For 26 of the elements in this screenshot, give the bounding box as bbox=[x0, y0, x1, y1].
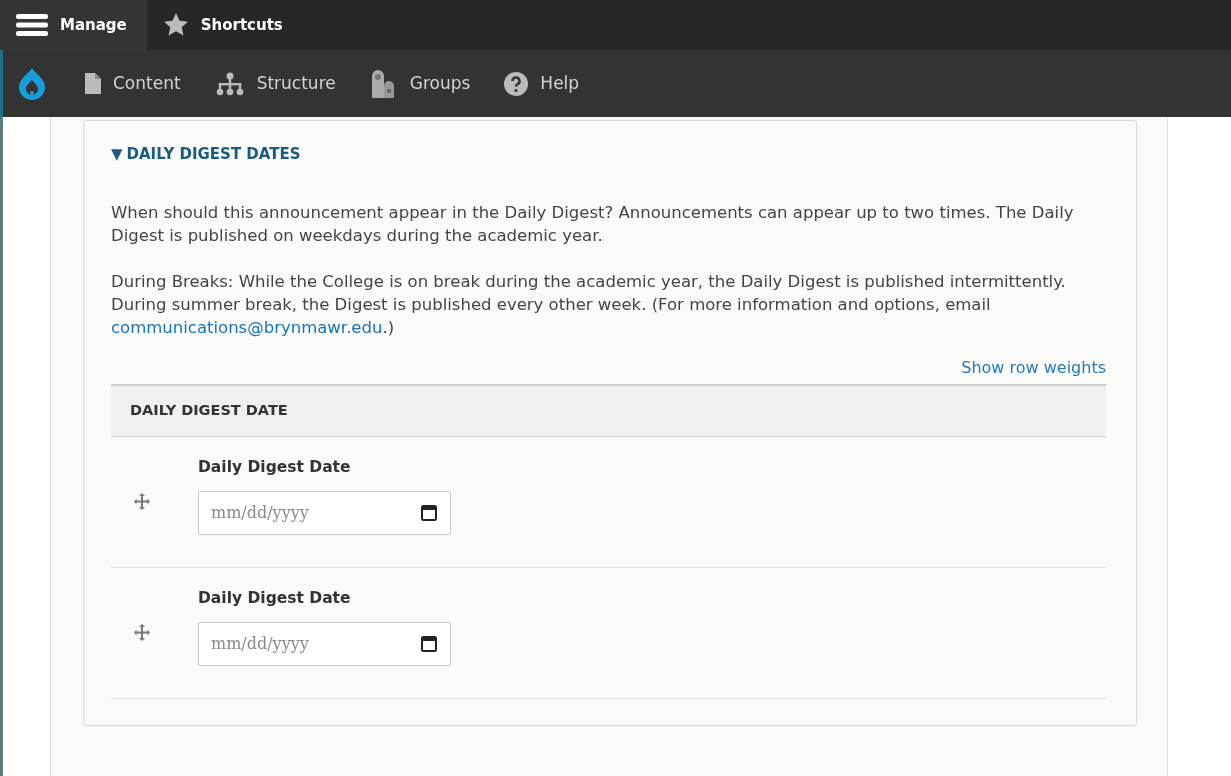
calendar-icon[interactable] bbox=[421, 634, 437, 652]
menu-icon bbox=[16, 14, 48, 36]
drop-logo-icon bbox=[19, 67, 45, 100]
table-header: DAILY DIGEST DATE bbox=[111, 383, 1106, 437]
help-icon bbox=[504, 71, 529, 96]
email-link[interactable]: communications@brynmawr.edu bbox=[111, 317, 383, 337]
description-text: When should this announcement appear in the Daily Digest? Announcements can appear up to two times. The Daily Digest is published on weekdays during the academic year. bbox=[111, 201, 1075, 247]
date-field[interactable]: mm/dd/yyyy bbox=[198, 490, 451, 535]
admin-menu-link[interactable]: Structure bbox=[214, 70, 336, 97]
toolbar-tab[interactable]: Manage bbox=[0, 0, 147, 50]
field-label: Daily Digest Date bbox=[198, 456, 352, 478]
drag-handle-icon[interactable] bbox=[134, 623, 150, 641]
field-label: Daily Digest Date bbox=[198, 587, 352, 609]
calendar-icon[interactable] bbox=[421, 503, 437, 521]
star-icon bbox=[162, 12, 189, 38]
toolbar-tab[interactable]: Shortcuts bbox=[146, 0, 303, 50]
sitemap-icon bbox=[214, 71, 245, 96]
show-row-weights-link[interactable]: Show row weights bbox=[961, 356, 1106, 379]
drag-handle-icon[interactable] bbox=[134, 492, 150, 510]
admin-menu-link[interactable]: Content bbox=[85, 70, 181, 97]
date-field[interactable]: mm/dd/yyyy bbox=[198, 621, 451, 666]
document-icon bbox=[85, 73, 101, 94]
admin-menu-link[interactable]: Help bbox=[504, 70, 580, 97]
description-text: During Breaks: While the College is on break during the academic year, the Daily Digest is published intermittently. During summer break, the Digest is published every other week. (For more information and options, email communications@brynmawr.edu.) bbox=[111, 270, 1067, 339]
admin-menu-link[interactable]: Groups bbox=[369, 69, 471, 98]
fieldset-legend[interactable]: ▼ DAILY DIGEST DATES bbox=[111, 143, 301, 166]
